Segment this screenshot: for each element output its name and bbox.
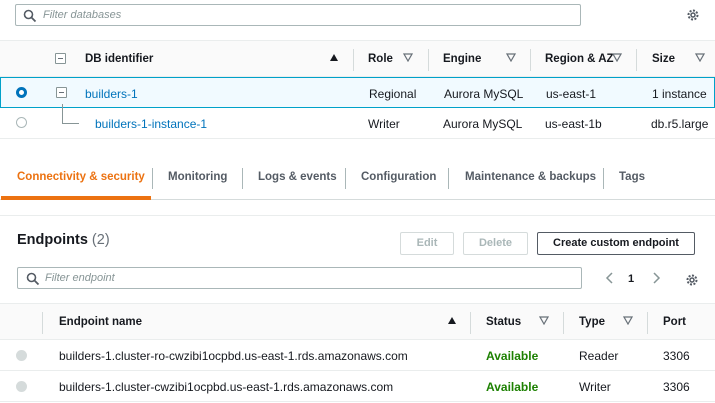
collapse-toggle[interactable] bbox=[56, 87, 67, 98]
db-region: us-east-1b bbox=[545, 117, 602, 131]
endpoint-type: Reader bbox=[579, 349, 619, 363]
sort-ascending-icon[interactable] bbox=[448, 317, 456, 324]
sort-icon[interactable] bbox=[506, 53, 516, 62]
col-endpoint-name[interactable]: Endpoint name bbox=[59, 316, 142, 328]
col-engine[interactable]: Engine bbox=[443, 53, 481, 65]
filter-endpoint-input[interactable]: Filter endpoint bbox=[17, 267, 582, 289]
sort-icon[interactable] bbox=[539, 316, 549, 325]
endpoint-name: builders-1.cluster-cwzibi1ocpbd.us-east-… bbox=[59, 380, 394, 394]
status-badge: Available bbox=[486, 380, 539, 394]
tab-maintenance-backups[interactable]: Maintenance & backups bbox=[465, 171, 596, 183]
col-size[interactable]: Size bbox=[652, 53, 675, 65]
chevron-left-icon[interactable] bbox=[605, 272, 615, 284]
tab-configuration[interactable]: Configuration bbox=[361, 171, 436, 183]
page-number[interactable]: 1 bbox=[628, 273, 634, 285]
tab-tags[interactable]: Tags bbox=[619, 171, 645, 183]
table-row[interactable]: builders-1-instance-1 Writer Aurora MySQ… bbox=[0, 108, 715, 139]
edit-button[interactable]: Edit bbox=[400, 232, 454, 255]
tab-logs-events[interactable]: Logs & events bbox=[258, 171, 337, 183]
tab-connectivity-security[interactable]: Connectivity & security bbox=[17, 171, 145, 183]
search-icon bbox=[26, 272, 40, 286]
col-db-identifier[interactable]: DB identifier bbox=[85, 53, 153, 65]
sort-icon[interactable] bbox=[612, 53, 622, 62]
sort-ascending-icon[interactable] bbox=[330, 54, 338, 61]
row-radio[interactable] bbox=[16, 350, 27, 361]
delete-button[interactable]: Delete bbox=[463, 232, 528, 255]
tab-monitoring[interactable]: Monitoring bbox=[168, 171, 227, 183]
db-identifier-link[interactable]: builders-1-instance-1 bbox=[95, 117, 207, 131]
sort-icon[interactable] bbox=[695, 53, 705, 62]
endpoints-table-header: Endpoint name Status Type Port bbox=[0, 303, 715, 340]
create-custom-endpoint-button[interactable]: Create custom endpoint bbox=[537, 232, 695, 255]
db-engine: Aurora MySQL bbox=[443, 117, 523, 131]
table-row[interactable]: builders-1 Regional Aurora MySQL us-east… bbox=[0, 77, 715, 108]
sort-icon[interactable] bbox=[403, 53, 413, 62]
status-badge: Available bbox=[486, 349, 539, 363]
col-region-az[interactable]: Region & AZ bbox=[545, 53, 614, 65]
col-status[interactable]: Status bbox=[486, 316, 521, 328]
table-row[interactable]: builders-1.cluster-ro-cwzibi1ocpbd.us-ea… bbox=[0, 340, 715, 371]
db-size: 1 instance bbox=[652, 87, 707, 101]
filter-endpoint-placeholder: Filter endpoint bbox=[45, 272, 115, 284]
endpoint-port: 3306 bbox=[663, 349, 690, 363]
detail-tabs: Connectivity & security Monitoring Logs … bbox=[0, 157, 715, 200]
endpoints-title: Endpoints (2) bbox=[17, 232, 110, 248]
search-icon bbox=[23, 9, 37, 23]
active-tab-indicator bbox=[1, 196, 151, 200]
row-radio[interactable] bbox=[16, 381, 27, 392]
filter-databases-input[interactable]: Filter databases bbox=[15, 4, 581, 26]
db-region: us-east-1 bbox=[546, 87, 597, 101]
db-size: db.r5.large bbox=[651, 117, 709, 131]
endpoint-type: Writer bbox=[579, 380, 611, 394]
db-role: Writer bbox=[368, 117, 400, 131]
filter-databases-placeholder: Filter databases bbox=[43, 9, 122, 21]
chevron-right-icon[interactable] bbox=[651, 272, 661, 284]
sort-icon[interactable] bbox=[623, 316, 633, 325]
db-table-header: DB identifier Role Engine Region & AZ Si… bbox=[0, 40, 715, 77]
col-type[interactable]: Type bbox=[579, 316, 605, 328]
gear-icon[interactable] bbox=[685, 273, 699, 287]
col-port[interactable]: Port bbox=[663, 316, 686, 328]
db-engine: Aurora MySQL bbox=[444, 87, 524, 101]
endpoints-title-text: Endpoints bbox=[17, 232, 88, 248]
col-role[interactable]: Role bbox=[368, 53, 393, 65]
db-role: Regional bbox=[369, 87, 417, 101]
endpoints-count: (2) bbox=[91, 232, 110, 248]
select-all-checkbox[interactable] bbox=[55, 53, 66, 64]
endpoint-port: 3306 bbox=[663, 380, 690, 394]
row-radio-selected[interactable] bbox=[16, 87, 27, 98]
endpoint-name: builders-1.cluster-ro-cwzibi1ocpbd.us-ea… bbox=[59, 349, 408, 363]
row-radio[interactable] bbox=[16, 117, 27, 128]
db-identifier-link[interactable]: builders-1 bbox=[85, 87, 138, 101]
gear-icon[interactable] bbox=[686, 8, 700, 22]
table-row[interactable]: builders-1.cluster-cwzibi1ocpbd.us-east-… bbox=[0, 371, 715, 402]
